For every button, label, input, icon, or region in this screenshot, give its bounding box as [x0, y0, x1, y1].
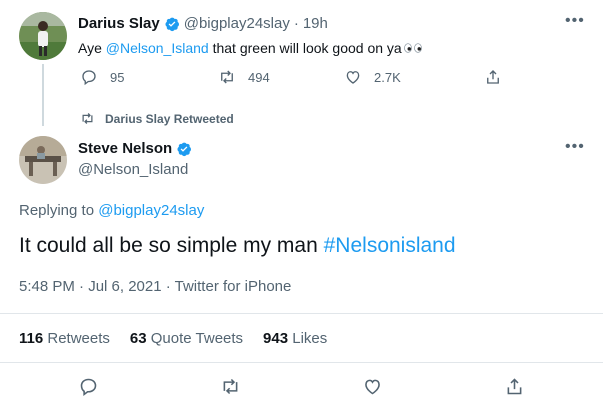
- replying-to-line: Replying to @bigplay24slay: [19, 202, 204, 219]
- likes-label: Likes: [292, 330, 328, 347]
- share-button[interactable]: [504, 376, 525, 402]
- retweet-icon: [223, 378, 238, 395]
- retweets-label: Retweets: [47, 330, 110, 347]
- main-tweet-text: It could all be so simple my man #Nelson…: [19, 234, 456, 258]
- share-action[interactable]: [484, 68, 502, 91]
- retweet-action[interactable]: 494: [218, 68, 270, 86]
- tweet-timestamp[interactable]: 5:48 PM · Jul 6, 2021 · Twitter for iPho…: [19, 278, 291, 295]
- verified-badge-icon: [177, 142, 192, 156]
- retweets-stat[interactable]: 116 Retweets: [19, 330, 110, 347]
- verified-badge-icon: [165, 17, 179, 31]
- like-count: 2.7K: [374, 69, 401, 85]
- author-handle[interactable]: @Nelson_Island: [78, 161, 188, 178]
- first-tweet-header: Darius Slay @bigplay24slay · 19h: [78, 15, 328, 32]
- author-handle[interactable]: @bigplay24slay: [184, 15, 290, 32]
- retweet-banner-icon: [82, 113, 93, 124]
- reply-button[interactable]: [78, 376, 99, 402]
- eyes-emoji-icon: [403, 43, 422, 53]
- share-icon: [487, 70, 499, 84]
- like-icon: [365, 379, 380, 395]
- tweet-text-prefix: It could all be so simple my man: [19, 234, 324, 257]
- more-icon[interactable]: •••: [565, 139, 585, 155]
- mention-link[interactable]: @Nelson_Island: [106, 40, 209, 56]
- dot-separator: ·: [293, 15, 299, 32]
- thread-line: [42, 64, 44, 126]
- reply-icon: [82, 70, 96, 86]
- steve-nelson-avatar[interactable]: [19, 136, 67, 184]
- reply-icon: [80, 378, 97, 396]
- tweet-text-suffix: that green will look good on ya: [208, 40, 402, 56]
- quote-tweets-stat[interactable]: 63 Quote Tweets: [130, 330, 243, 347]
- quote-count: 63: [129, 330, 147, 347]
- replying-to-handle[interactable]: @bigplay24slay: [98, 202, 204, 219]
- divider-bottom: [0, 362, 603, 363]
- author-name[interactable]: Darius Slay: [78, 15, 160, 32]
- reply-count: 95: [110, 69, 125, 85]
- retweet-banner-label[interactable]: Darius Slay Retweeted: [105, 112, 234, 126]
- retweet-button[interactable]: [220, 376, 241, 402]
- like-button[interactable]: [362, 376, 383, 402]
- replying-to-label: Replying to: [19, 202, 99, 219]
- likes-stat[interactable]: 943 Likes: [263, 330, 327, 347]
- likes-count: 943: [263, 330, 289, 347]
- retweet-icon: [221, 70, 233, 84]
- tweet-text-prefix: Aye: [78, 40, 106, 56]
- hashtag-link[interactable]: #Nelsonisland: [324, 234, 456, 257]
- author-name[interactable]: Steve Nelson: [78, 140, 172, 157]
- retweet-count: 494: [248, 69, 270, 85]
- like-icon: [346, 71, 360, 84]
- retweets-count: 116: [19, 330, 44, 347]
- first-tweet-text: Aye @Nelson_Island that green will look …: [78, 40, 423, 56]
- tweet-time[interactable]: 19h: [303, 15, 328, 32]
- more-icon[interactable]: •••: [565, 13, 585, 29]
- like-action[interactable]: 2.7K: [344, 68, 401, 86]
- share-icon: [507, 378, 522, 395]
- reply-action[interactable]: 95: [80, 68, 124, 86]
- quote-label: Quote Tweets: [150, 330, 244, 347]
- darius-slay-avatar[interactable]: [19, 12, 67, 60]
- tweet-stats: 116 Retweets 63 Quote Tweets 943 Likes: [19, 330, 327, 347]
- main-tweet-author: Steve Nelson: [78, 140, 192, 157]
- divider-top: [0, 313, 603, 314]
- retweet-banner: Darius Slay Retweeted: [80, 111, 234, 126]
